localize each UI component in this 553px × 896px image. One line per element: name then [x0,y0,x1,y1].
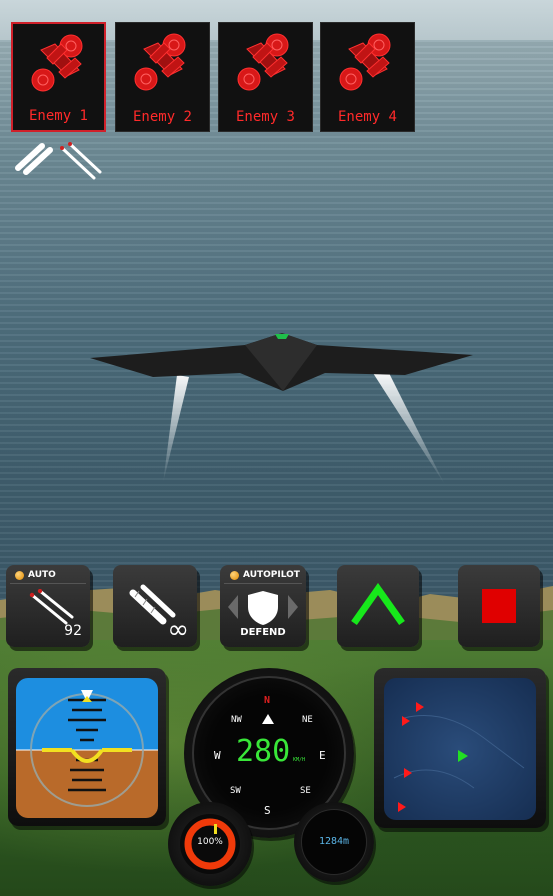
auto-label: AUTO [28,570,56,580]
auto-indicator-light [15,571,24,580]
throttle-value: 100% [197,837,223,847]
chevron-right-icon [288,595,298,619]
enemy-target-card-2[interactable]: Enemy 2 [115,22,210,132]
attitude-indicator-panel [8,668,166,826]
enemy-label: Enemy 2 [132,109,192,125]
fuel-icon [214,824,217,834]
climb-button[interactable] [337,565,419,647]
chevron-up-icon [351,583,405,626]
player-jet [90,333,473,485]
gun-ammo-infinite: ∞ [167,615,189,645]
attitude-indicator [16,678,158,818]
heading-marker-icon [262,714,274,724]
enemy-jet-icon [339,33,391,91]
enemy-label: Enemy 1 [28,108,88,124]
enemy-label: Enemy 3 [235,109,295,125]
enemy-label: Enemy 4 [337,109,397,125]
autopilot-mode: DEFEND [240,627,286,638]
enemy-target-card-4[interactable]: Enemy 4 [320,22,415,132]
airspeed-unit: KM/H [293,757,306,763]
autopilot-indicator-light [230,571,239,580]
gun-button[interactable]: ∞ [113,565,197,647]
compass-south: S [264,804,271,817]
chevron-left-icon [228,595,238,619]
enemy-jet-icon [237,33,289,91]
compass-southeast: SE [300,786,311,796]
missile-count: 92 [64,623,82,639]
enemy-target-card-1[interactable]: Enemy 1 [11,22,106,132]
auto-missile-button[interactable]: AUTO 92 [6,565,90,647]
altitude-gauge: 1284m [294,802,374,882]
compass-northwest: NW [231,715,242,725]
enemy-target-card-3[interactable]: Enemy 3 [218,22,313,132]
missile-stock-icon [15,142,102,180]
compass-west: W [214,749,221,762]
compass-southwest: SW [230,786,241,796]
compass-north: N [264,695,271,706]
autopilot-label: AUTOPILOT [243,570,300,580]
throttle-gauge: 100% [168,802,252,886]
compass-northeast: NE [302,715,313,725]
radar-panel [374,668,546,828]
radar-display [384,678,536,820]
autopilot-button[interactable]: AUTOPILOT DEFEND [220,565,306,647]
enemy-jet-icon [134,33,186,91]
compass-east: E [319,749,326,762]
stop-square-icon [482,589,516,623]
shield-icon [248,591,278,625]
enemy-jet-icon [31,34,83,92]
stop-button[interactable] [458,565,540,647]
airspeed-value: 280 [236,734,291,769]
altitude-value: 1284m [318,836,350,847]
autopilot-mode-selector [228,591,298,625]
